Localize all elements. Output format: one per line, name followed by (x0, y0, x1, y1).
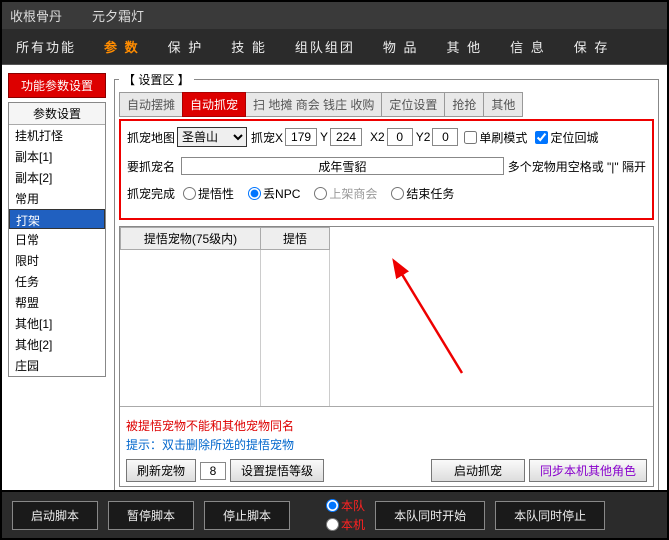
title-2: 元夕霜灯 (92, 6, 144, 25)
menu-item-2[interactable]: 保 护 (154, 29, 218, 64)
after-label: 抓宠完成 (127, 185, 175, 202)
after-label-2: 上架商会 (329, 185, 377, 202)
sidebar-item-8[interactable]: 帮盟 (9, 292, 105, 313)
num-box[interactable]: 8 (200, 462, 226, 480)
sidebar-item-3[interactable]: 常用 (9, 188, 105, 209)
return-label: 定位回城 (550, 129, 598, 146)
tabs: 自动摆摊自动抓宠扫 地摊 商会 钱庄 收购定位设置抢抢其他 (119, 92, 654, 117)
tab-5[interactable]: 其他 (483, 92, 523, 117)
sync-button[interactable]: 同步本机其他角色 (529, 459, 647, 482)
menu-item-4[interactable]: 组队组团 (281, 29, 369, 64)
x2-input[interactable] (387, 128, 413, 146)
menubar: 所有功能参 数保 护技 能组队组团物 品其 他信 息保 存 (2, 29, 667, 65)
start-capture-button[interactable]: 启动抓宠 (431, 459, 525, 482)
titlebar: 收根骨丹 元夕霜灯 (2, 2, 667, 29)
th-2: 提悟 (261, 228, 330, 250)
stopall-button[interactable]: 本队同时停止 (495, 501, 605, 530)
table-row[interactable] (121, 394, 330, 408)
after-radio-3[interactable] (391, 187, 404, 200)
petname-input[interactable] (181, 157, 504, 175)
return-checkbox[interactable] (535, 131, 548, 144)
tab-1[interactable]: 自动抓宠 (182, 92, 246, 117)
tab-2[interactable]: 扫 地摊 商会 钱庄 收购 (245, 92, 382, 117)
settings-legend: 【 设置区 】 (119, 71, 194, 88)
map-label: 抓宠地图 (127, 129, 175, 146)
x2-label: X2 (370, 130, 385, 144)
table-row[interactable] (121, 250, 330, 268)
after-radio-2[interactable] (314, 187, 327, 200)
menu-item-0[interactable]: 所有功能 (2, 29, 90, 64)
sidebar-head: 参数设置 (9, 103, 105, 125)
capty-label: Y (320, 130, 328, 144)
table-row[interactable] (121, 340, 330, 358)
y2-label: Y2 (416, 130, 431, 144)
local-radio[interactable]: 本机 (320, 516, 365, 533)
stop-script-button[interactable]: 停止脚本 (204, 501, 290, 530)
refresh-button[interactable]: 刷新宠物 (126, 459, 196, 482)
sidebar-item-5[interactable]: 日常 (9, 229, 105, 250)
menu-item-1[interactable]: 参 数 (90, 29, 154, 64)
footer: 启动脚本 暂停脚本 停止脚本 本队 本机 本队同时开始 本队同时停止 (2, 490, 667, 538)
th-1: 提悟宠物(75级内) (121, 228, 261, 250)
tab-0[interactable]: 自动摆摊 (119, 92, 183, 117)
start-script-button[interactable]: 启动脚本 (12, 501, 98, 530)
table-row[interactable] (121, 268, 330, 286)
menu-item-6[interactable]: 其 他 (433, 29, 497, 64)
settings-area: 【 设置区 】 自动摆摊自动抓宠扫 地摊 商会 钱庄 收购定位设置抢抢其他 抓宠… (114, 71, 659, 492)
setlevel-button[interactable]: 设置提悟等级 (230, 459, 324, 482)
sidebar-item-1[interactable]: 副本[1] (9, 146, 105, 167)
table-row[interactable] (121, 322, 330, 340)
hint-red: 被提悟宠物不能和其他宠物同名 (126, 417, 647, 434)
pet-table[interactable]: 提悟宠物(75级内) 提悟 (120, 227, 330, 407)
single-label: 单刷模式 (479, 129, 527, 146)
tab-4[interactable]: 抢抢 (444, 92, 484, 117)
capt-x-input[interactable] (285, 128, 317, 146)
highlight-box: 抓宠地图 圣兽山 抓宠X Y X2 Y2 单刷模式 (119, 119, 654, 220)
table-row[interactable] (121, 286, 330, 304)
sidebar-item-6[interactable]: 限时 (9, 250, 105, 271)
title-1: 收根骨丹 (10, 6, 62, 25)
table-row[interactable] (121, 304, 330, 322)
sidebar-item-4[interactable]: 打架 (9, 209, 105, 229)
sidebar-item-11[interactable]: 庄园 (9, 355, 105, 376)
after-radio-1[interactable] (248, 187, 261, 200)
table-row[interactable] (121, 358, 330, 376)
sidebar-item-2[interactable]: 副本[2] (9, 167, 105, 188)
after-radio-0[interactable] (183, 187, 196, 200)
petname-label: 要抓宠名 (127, 158, 175, 175)
menu-item-8[interactable]: 保 存 (560, 29, 624, 64)
menu-item-7[interactable]: 信 息 (496, 29, 560, 64)
sidebar-title: 功能参数设置 (8, 73, 106, 98)
map-select[interactable]: 圣兽山 (177, 127, 247, 147)
after-label-1: 丢NPC (263, 185, 300, 202)
startall-button[interactable]: 本队同时开始 (375, 501, 485, 530)
y2-input[interactable] (432, 128, 458, 146)
table-row[interactable] (121, 376, 330, 394)
captx-label: 抓宠X (251, 129, 283, 146)
sidebar-item-9[interactable]: 其他[1] (9, 313, 105, 334)
after-label-0: 提悟性 (198, 185, 234, 202)
sidebar-item-0[interactable]: 挂机打怪 (9, 125, 105, 146)
after-label-3: 结束任务 (406, 185, 454, 202)
capt-y-input[interactable] (330, 128, 362, 146)
team-radio[interactable]: 本队 (320, 497, 365, 514)
sidebar-list: 参数设置 挂机打怪副本[1]副本[2]常用打架日常限时任务帮盟其他[1]其他[2… (8, 102, 106, 377)
menu-item-3[interactable]: 技 能 (217, 29, 281, 64)
sidebar-item-10[interactable]: 其他[2] (9, 334, 105, 355)
petname-hint: 多个宠物用空格或 "|" 隔开 (508, 158, 646, 175)
sidebar-item-7[interactable]: 任务 (9, 271, 105, 292)
table-area: 提悟宠物(75级内) 提悟 被提悟宠物不能和其他宠物同名 提示：双击删除所选的提… (119, 226, 654, 487)
menu-item-5[interactable]: 物 品 (369, 29, 433, 64)
tab-3[interactable]: 定位设置 (381, 92, 445, 117)
single-checkbox[interactable] (464, 131, 477, 144)
hint-blue: 提示：双击删除所选的提悟宠物 (126, 436, 647, 453)
pause-script-button[interactable]: 暂停脚本 (108, 501, 194, 530)
